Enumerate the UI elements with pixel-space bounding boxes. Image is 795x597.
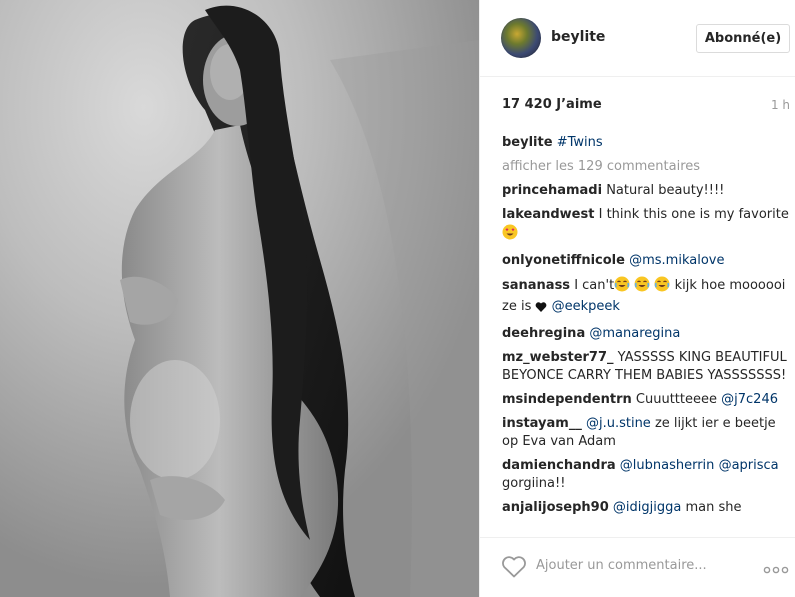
comment-item: msindependentrn Cuuuttteeee @j7c246	[502, 391, 794, 409]
post-side-panel: beylite Abonné(e) 17 420 J’aime 1 h beyl…	[479, 0, 795, 597]
post-photo[interactable]	[0, 0, 479, 597]
laughing-crying-emoji	[614, 276, 630, 298]
avatar[interactable]	[501, 18, 541, 58]
comment-mention[interactable]: @j.u.stine	[586, 416, 651, 431]
caption-username[interactable]: beylite	[502, 135, 553, 150]
comment-item: mz_webster77_ YASSSSS KING BEAUTIFUL BEY…	[502, 349, 794, 385]
comment-item: instayam__ @j.u.stine ze lijkt ier e bee…	[502, 415, 794, 451]
comment-text: Natural beauty!!!!	[606, 183, 725, 198]
black-heart-emoji	[535, 301, 547, 319]
comment-text: man she	[685, 500, 742, 515]
comment-text: I can't	[574, 278, 615, 293]
caption: beylite #Twins	[502, 134, 794, 152]
post-header: beylite Abonné(e)	[480, 0, 795, 77]
comment-text: gorgiina!!	[502, 476, 566, 491]
caption-hashtag[interactable]: #Twins	[557, 135, 603, 150]
more-options-icon[interactable]	[763, 560, 789, 574]
comment-text: Cuuuttteeee	[635, 392, 717, 407]
comment-item: princehamadi Natural beauty!!!!	[502, 182, 794, 200]
following-button[interactable]: Abonné(e)	[696, 24, 790, 53]
comment-item: lakeandwest I think this one is my favor…	[502, 206, 794, 246]
comment-item: anjalijoseph90 @idigjigga man she	[502, 499, 794, 517]
comment-username[interactable]: anjalijoseph90	[502, 500, 609, 515]
comment-mention[interactable]: @ms.mikalove	[629, 253, 724, 268]
photo-illustration	[120, 5, 479, 597]
comment-username[interactable]: instayam__	[502, 416, 582, 431]
comment-mention[interactable]: @idigjigga	[613, 500, 681, 515]
comment-username[interactable]: msindependentrn	[502, 392, 632, 407]
view-all-comments-link[interactable]: afficher les 129 commentaires	[502, 158, 794, 176]
comment-username[interactable]: lakeandwest	[502, 207, 594, 222]
comment-mention[interactable]: @manaregina	[589, 326, 680, 341]
post-timestamp[interactable]: 1 h	[771, 98, 790, 112]
post-stats: 17 420 J’aime 1 h	[502, 97, 790, 117]
instagram-post-view: beylite Abonné(e) 17 420 J’aime 1 h beyl…	[0, 0, 795, 597]
comment-mention[interactable]: @eekpeek	[552, 299, 620, 314]
laughing-crying-emoji	[654, 276, 670, 298]
comment-username[interactable]: deehregina	[502, 326, 585, 341]
post-author-username[interactable]: beylite	[551, 29, 605, 45]
comment-username[interactable]: sananass	[502, 278, 570, 293]
comments-list[interactable]: beylite #Twins afficher les 129 commenta…	[502, 134, 794, 532]
comment-mention[interactable]: @lubnasherrin	[620, 458, 715, 473]
laughing-crying-emoji	[634, 276, 650, 298]
comment-item: sananass I can't kijk hoe moooooi ze is …	[502, 276, 794, 319]
heart-icon[interactable]	[501, 556, 527, 578]
heart-eyes-emoji	[502, 224, 518, 246]
comment-item: deehregina @manaregina	[502, 325, 794, 343]
comment-item: onlyonetiffnicole @ms.mikalove	[502, 252, 794, 270]
likes-count[interactable]: 17 420 J’aime	[502, 97, 602, 112]
comment-username[interactable]: onlyonetiffnicole	[502, 253, 625, 268]
comment-item: damienchandra @lubnasherrin @aprisca gor…	[502, 457, 794, 493]
comment-mention[interactable]: @aprisca	[719, 458, 779, 473]
comment-mention[interactable]: @j7c246	[721, 392, 778, 407]
post-footer	[480, 537, 795, 597]
add-comment-input[interactable]	[536, 554, 746, 576]
comment-text: I think this one is my favorite	[598, 207, 789, 222]
comment-username[interactable]: damienchandra	[502, 458, 616, 473]
comment-username[interactable]: mz_webster77_	[502, 350, 614, 365]
comment-username[interactable]: princehamadi	[502, 183, 602, 198]
